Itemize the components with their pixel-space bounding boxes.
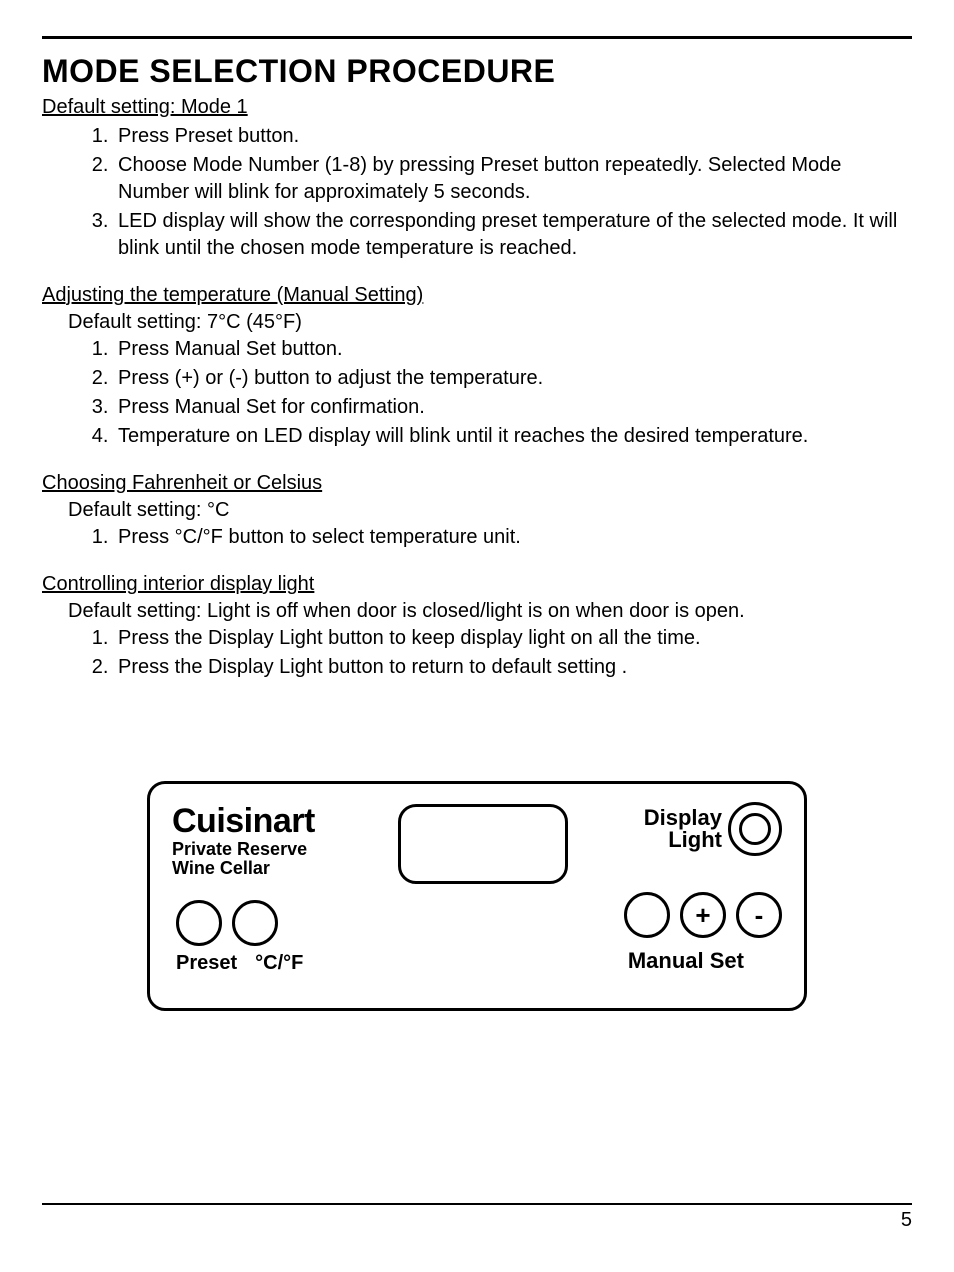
plus-button[interactable]: + xyxy=(680,892,726,938)
manual-set-row: + - xyxy=(624,892,782,938)
subbrand-line2: Wine Cellar xyxy=(172,858,315,879)
list-item: Press °C/°F button to select temperature… xyxy=(114,524,912,551)
section-unit-select: Choosing Fahrenheit or Celsius Default s… xyxy=(42,472,912,551)
section3-heading: Choosing Fahrenheit or Celsius xyxy=(42,472,912,495)
list-item: Press the Display Light button to return… xyxy=(114,654,912,681)
section-mode-selection: Default setting: Mode 1 Press Preset but… xyxy=(42,96,912,262)
preset-button-row xyxy=(176,900,278,946)
list-item: Press Preset button. xyxy=(114,123,912,150)
page-footer: 5 xyxy=(42,1203,912,1232)
section2-default: Default setting: 7°C (45°F) xyxy=(42,311,912,334)
list-item: Press Manual Set button. xyxy=(114,336,912,363)
top-rule xyxy=(42,36,912,39)
preset-label: Preset xyxy=(176,952,237,975)
list-item: Press (+) or (-) button to adjust the te… xyxy=(114,365,912,392)
control-panel: Cuisinart Private Reserve Wine Cellar Di… xyxy=(147,781,807,1011)
section3-default: Default setting: °C xyxy=(42,499,912,522)
display-light-button[interactable] xyxy=(728,802,782,856)
page-number: 5 xyxy=(901,1209,912,1231)
section-display-light: Controlling interior display light Defau… xyxy=(42,573,912,681)
control-panel-figure: Cuisinart Private Reserve Wine Cellar Di… xyxy=(42,781,912,1011)
manual-set-label: Manual Set xyxy=(628,948,744,974)
page-title: MODE SELECTION PROCEDURE xyxy=(42,53,912,90)
section4-default: Default setting: Light is off when door … xyxy=(42,600,912,623)
minus-icon: - xyxy=(755,900,764,931)
display-light-label: Display Light xyxy=(644,807,722,851)
brand-block: Cuisinart Private Reserve Wine Cellar xyxy=(172,802,315,879)
section3-list: Press °C/°F button to select temperature… xyxy=(42,524,912,551)
display-light-zone: Display Light xyxy=(644,802,782,856)
subbrand-line1: Private Reserve xyxy=(172,839,315,860)
section4-heading: Controlling interior display light xyxy=(42,573,912,596)
section1-heading: Default setting: Mode 1 xyxy=(42,96,912,119)
unit-label: °C/°F xyxy=(255,952,303,975)
section4-list: Press the Display Light button to keep d… xyxy=(42,625,912,681)
section2-list: Press Manual Set button. Press (+) or (-… xyxy=(42,336,912,450)
list-item: Press Manual Set for confirmation. xyxy=(114,394,912,421)
list-item: Press the Display Light button to keep d… xyxy=(114,625,912,652)
list-item: Temperature on LED display will blink un… xyxy=(114,423,912,450)
minus-button[interactable]: - xyxy=(736,892,782,938)
display-light-label-line2: Light xyxy=(644,829,722,851)
led-display xyxy=(398,804,568,884)
section2-heading: Adjusting the temperature (Manual Settin… xyxy=(42,284,912,307)
list-item: Choose Mode Number (1-8) by pressing Pre… xyxy=(114,152,912,206)
section-manual-setting: Adjusting the temperature (Manual Settin… xyxy=(42,284,912,450)
section1-list: Press Preset button. Choose Mode Number … xyxy=(42,123,912,262)
manual-set-button[interactable] xyxy=(624,892,670,938)
preset-button[interactable] xyxy=(176,900,222,946)
list-item: LED display will show the corresponding … xyxy=(114,208,912,262)
unit-cf-button[interactable] xyxy=(232,900,278,946)
plus-icon: + xyxy=(695,900,710,931)
display-light-label-line1: Display xyxy=(644,807,722,829)
preset-labels-row: Preset °C/°F xyxy=(176,952,303,975)
brand-logo-text: Cuisinart xyxy=(172,802,315,841)
